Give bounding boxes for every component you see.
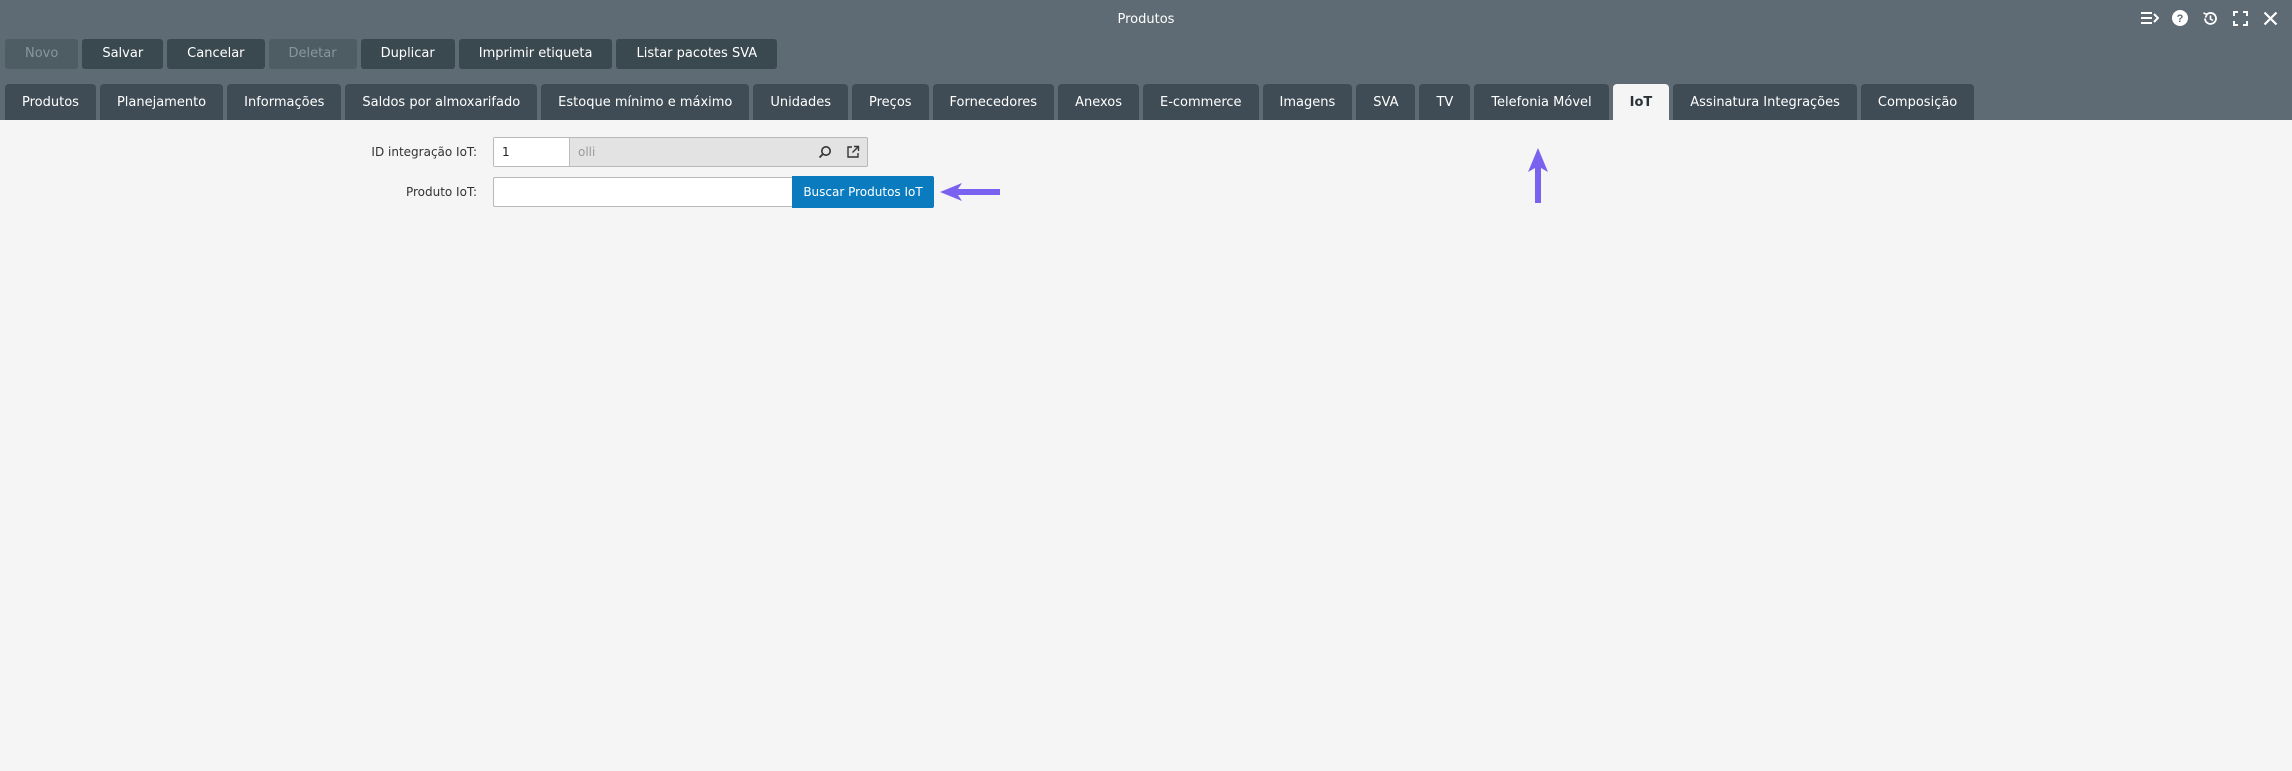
search-icon[interactable] <box>811 138 839 166</box>
novo-button[interactable]: Novo <box>5 39 79 69</box>
tab-estoque-minimo-maximo[interactable]: Estoque mínimo e máximo <box>541 84 750 120</box>
tab-fornecedores[interactable]: Fornecedores <box>932 84 1055 120</box>
open-external-icon[interactable] <box>839 138 867 166</box>
cancelar-button[interactable]: Cancelar <box>167 39 265 69</box>
salvar-button[interactable]: Salvar <box>82 39 164 69</box>
tab-telefonia-movel[interactable]: Telefonia Móvel <box>1474 84 1609 120</box>
id-integracao-lookup: olli <box>493 137 868 167</box>
tab-iot[interactable]: IoT <box>1612 84 1670 120</box>
id-integracao-code-input[interactable] <box>494 138 570 166</box>
tab-planejamento[interactable]: Planejamento <box>99 84 224 120</box>
help-icon[interactable]: ? <box>2170 8 2190 28</box>
toolbar: Novo Salvar Cancelar Deletar Duplicar Im… <box>5 39 778 69</box>
listar-pacotes-sva-button[interactable]: Listar pacotes SVA <box>616 39 778 69</box>
id-integracao-description: olli <box>578 145 596 159</box>
buscar-produtos-iot-button[interactable]: Buscar Produtos IoT <box>792 176 934 208</box>
tab-bar: Produtos Planejamento Informações Saldos… <box>5 84 1975 120</box>
tab-sva[interactable]: SVA <box>1356 84 1416 120</box>
tab-precos[interactable]: Preços <box>852 84 929 120</box>
tab-composicao[interactable]: Composição <box>1860 84 1975 120</box>
close-icon[interactable] <box>2260 8 2280 28</box>
tab-assinatura-integracoes[interactable]: Assinatura Integrações <box>1673 84 1857 120</box>
produto-iot-label: Produto IoT: <box>405 185 477 199</box>
tab-tv[interactable]: TV <box>1419 84 1471 120</box>
produto-iot-input[interactable] <box>493 177 793 207</box>
tab-informacoes[interactable]: Informações <box>227 84 342 120</box>
fullscreen-icon[interactable] <box>2230 8 2250 28</box>
list-toggle-icon[interactable] <box>2140 8 2160 28</box>
deletar-button[interactable]: Deletar <box>268 39 357 69</box>
history-icon[interactable] <box>2200 8 2220 28</box>
duplicar-button[interactable]: Duplicar <box>360 39 455 69</box>
svg-text:?: ? <box>2177 13 2184 25</box>
tab-e-commerce[interactable]: E-commerce <box>1142 84 1259 120</box>
id-integracao-label: ID integração IoT: <box>371 145 477 159</box>
tab-imagens[interactable]: Imagens <box>1262 84 1353 120</box>
window-title: Produtos <box>1117 12 1175 27</box>
tab-saldos-almoxarifado[interactable]: Saldos por almoxarifado <box>345 84 538 120</box>
tab-unidades[interactable]: Unidades <box>753 84 848 120</box>
tab-anexos[interactable]: Anexos <box>1058 84 1139 120</box>
annotation-arrow-up <box>1528 148 1548 203</box>
window-controls: ? <box>2140 8 2280 28</box>
window-header: Produtos ? Novo Salvar Cancelar Deletar … <box>0 0 2292 120</box>
annotation-arrow-left <box>940 183 1000 201</box>
tab-produtos[interactable]: Produtos <box>5 84 96 120</box>
imprimir-etiqueta-button[interactable]: Imprimir etiqueta <box>458 39 613 69</box>
